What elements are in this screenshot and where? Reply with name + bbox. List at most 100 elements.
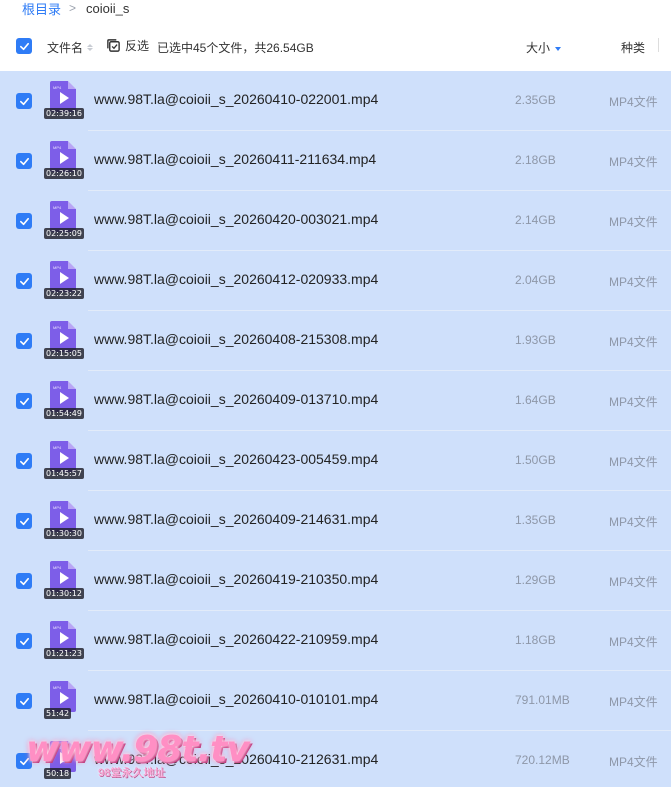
row-checkbox[interactable] xyxy=(16,333,32,349)
play-icon xyxy=(60,752,69,764)
list-header: 文件名 反选 已选中45个文件，共26.54GB 大小 种类 xyxy=(0,22,671,70)
selection-summary: 已选中45个文件，共26.54GB xyxy=(157,41,314,55)
column-header-name-label: 文件名 xyxy=(47,41,84,55)
sort-arrows-icon xyxy=(87,44,94,51)
column-header-size-label: 大小 xyxy=(526,41,551,55)
check-icon xyxy=(19,697,29,705)
row-checkbox[interactable] xyxy=(16,393,32,409)
file-name[interactable]: www.98T.la@coioii_s_20260408-215308.mp4 xyxy=(94,331,378,347)
row-checkbox[interactable] xyxy=(16,213,32,229)
file-name[interactable]: www.98T.la@coioii_s_20260409-214631.mp4 xyxy=(94,511,378,527)
row-checkbox[interactable] xyxy=(16,633,32,649)
file-type: MP4文件 xyxy=(609,275,658,289)
file-name[interactable]: www.98T.la@coioii_s_20260423-005459.mp4 xyxy=(94,451,378,467)
video-file-icon: MP4 01:21:23 xyxy=(44,619,84,663)
file-row[interactable]: MP4 02:15:05 www.98T.la@coioii_s_2026040… xyxy=(0,311,671,371)
file-name[interactable]: www.98T.la@coioii_s_20260410-022001.mp4 xyxy=(94,91,378,107)
check-icon xyxy=(19,457,29,465)
column-resize-divider[interactable] xyxy=(658,38,659,52)
play-icon xyxy=(60,152,69,164)
video-file-icon: MP4 02:26:10 xyxy=(44,139,84,183)
video-duration: 01:30:12 xyxy=(44,588,84,599)
file-size: 2.18GB xyxy=(515,153,556,167)
file-name[interactable]: www.98T.la@coioii_s_20260411-211634.mp4 xyxy=(94,151,376,167)
file-row[interactable]: MP4 01:54:49 www.98T.la@coioii_s_2026040… xyxy=(0,371,671,431)
play-icon xyxy=(60,212,69,224)
check-icon xyxy=(19,337,29,345)
column-header-size[interactable]: 大小 xyxy=(526,39,562,56)
file-size: 720.12MB xyxy=(515,753,570,767)
play-icon xyxy=(60,92,69,104)
check-icon xyxy=(19,577,29,585)
video-duration: 02:25:09 xyxy=(44,228,84,239)
row-checkbox[interactable] xyxy=(16,453,32,469)
file-type: MP4文件 xyxy=(609,95,658,109)
file-name[interactable]: www.98T.la@coioii_s_20260410-010101.mp4 xyxy=(94,691,378,707)
file-type: MP4文件 xyxy=(609,635,658,649)
file-size: 1.18GB xyxy=(515,633,556,647)
play-icon xyxy=(60,692,69,704)
row-checkbox[interactable] xyxy=(16,153,32,169)
file-row[interactable]: MP4 01:30:12 www.98T.la@coioii_s_2026041… xyxy=(0,551,671,611)
file-row[interactable]: MP4 50:18 www.98T.la@coioii_s_20260410-2… xyxy=(0,731,671,787)
file-row[interactable]: MP4 02:23:22 www.98T.la@coioii_s_2026041… xyxy=(0,251,671,311)
file-list: MP4 02:39:16 www.98T.la@coioii_s_2026041… xyxy=(0,71,671,787)
video-file-icon: MP4 01:30:12 xyxy=(44,559,84,603)
file-row[interactable]: MP4 51:42 www.98T.la@coioii_s_20260410-0… xyxy=(0,671,671,731)
play-icon xyxy=(60,452,69,464)
file-name[interactable]: www.98T.la@coioii_s_20260410-212631.mp4 xyxy=(94,751,378,767)
video-file-icon: MP4 02:39:16 xyxy=(44,79,84,123)
file-size: 791.01MB xyxy=(515,693,570,707)
file-name[interactable]: www.98T.la@coioii_s_20260419-210350.mp4 xyxy=(94,571,378,587)
row-checkbox[interactable] xyxy=(16,93,32,109)
video-file-icon: MP4 51:42 xyxy=(44,679,80,723)
breadcrumb-current: coioii_s xyxy=(86,0,130,16)
play-icon xyxy=(60,512,69,524)
play-icon xyxy=(60,632,69,644)
row-checkbox[interactable] xyxy=(16,513,32,529)
file-row[interactable]: MP4 02:25:09 www.98T.la@coioii_s_2026042… xyxy=(0,191,671,251)
video-duration: 02:15:05 xyxy=(44,348,84,359)
column-header-name[interactable]: 文件名 xyxy=(47,39,94,56)
video-file-icon: MP4 01:45:57 xyxy=(44,439,84,483)
file-row[interactable]: MP4 02:39:16 www.98T.la@coioii_s_2026041… xyxy=(0,71,671,131)
file-size: 1.93GB xyxy=(515,333,556,347)
play-icon xyxy=(60,572,69,584)
breadcrumb-root-link[interactable]: 根目录 xyxy=(22,0,61,18)
invert-selection-button[interactable]: 反选 xyxy=(106,37,149,54)
file-size: 2.35GB xyxy=(515,93,556,107)
play-icon xyxy=(60,392,69,404)
file-size: 2.14GB xyxy=(515,213,556,227)
breadcrumb-separator: > xyxy=(69,1,77,15)
file-name[interactable]: www.98T.la@coioii_s_20260420-003021.mp4 xyxy=(94,211,378,227)
file-type: MP4文件 xyxy=(609,335,658,349)
check-icon xyxy=(19,517,29,525)
invert-selection-label: 反选 xyxy=(125,39,150,53)
file-name[interactable]: www.98T.la@coioii_s_20260409-013710.mp4 xyxy=(94,391,378,407)
file-size: 1.29GB xyxy=(515,573,556,587)
file-row[interactable]: MP4 01:45:57 www.98T.la@coioii_s_2026042… xyxy=(0,431,671,491)
file-type: MP4文件 xyxy=(609,455,658,469)
column-header-type[interactable]: 种类 xyxy=(621,39,645,56)
video-file-icon: MP4 01:30:30 xyxy=(44,499,84,543)
row-checkbox[interactable] xyxy=(16,273,32,289)
file-row[interactable]: MP4 01:30:30 www.98T.la@coioii_s_2026040… xyxy=(0,491,671,551)
video-file-icon: MP4 02:25:09 xyxy=(44,199,84,243)
check-icon xyxy=(19,397,29,405)
file-row[interactable]: MP4 01:21:23 www.98T.la@coioii_s_2026042… xyxy=(0,611,671,671)
check-icon xyxy=(19,757,29,765)
breadcrumb: 根目录 > coioii_s xyxy=(22,0,130,18)
file-type: MP4文件 xyxy=(609,395,658,409)
file-row[interactable]: MP4 02:26:10 www.98T.la@coioii_s_2026041… xyxy=(0,131,671,191)
row-checkbox[interactable] xyxy=(16,753,32,769)
play-icon xyxy=(60,272,69,284)
file-type: MP4文件 xyxy=(609,575,658,589)
file-name[interactable]: www.98T.la@coioii_s_20260412-020933.mp4 xyxy=(94,271,378,287)
play-icon xyxy=(60,332,69,344)
select-all-checkbox[interactable] xyxy=(16,38,32,54)
video-duration: 50:18 xyxy=(44,768,72,779)
file-name[interactable]: www.98T.la@coioii_s_20260422-210959.mp4 xyxy=(94,631,378,647)
row-checkbox[interactable] xyxy=(16,573,32,589)
row-checkbox[interactable] xyxy=(16,693,32,709)
file-size: 1.35GB xyxy=(515,513,556,527)
